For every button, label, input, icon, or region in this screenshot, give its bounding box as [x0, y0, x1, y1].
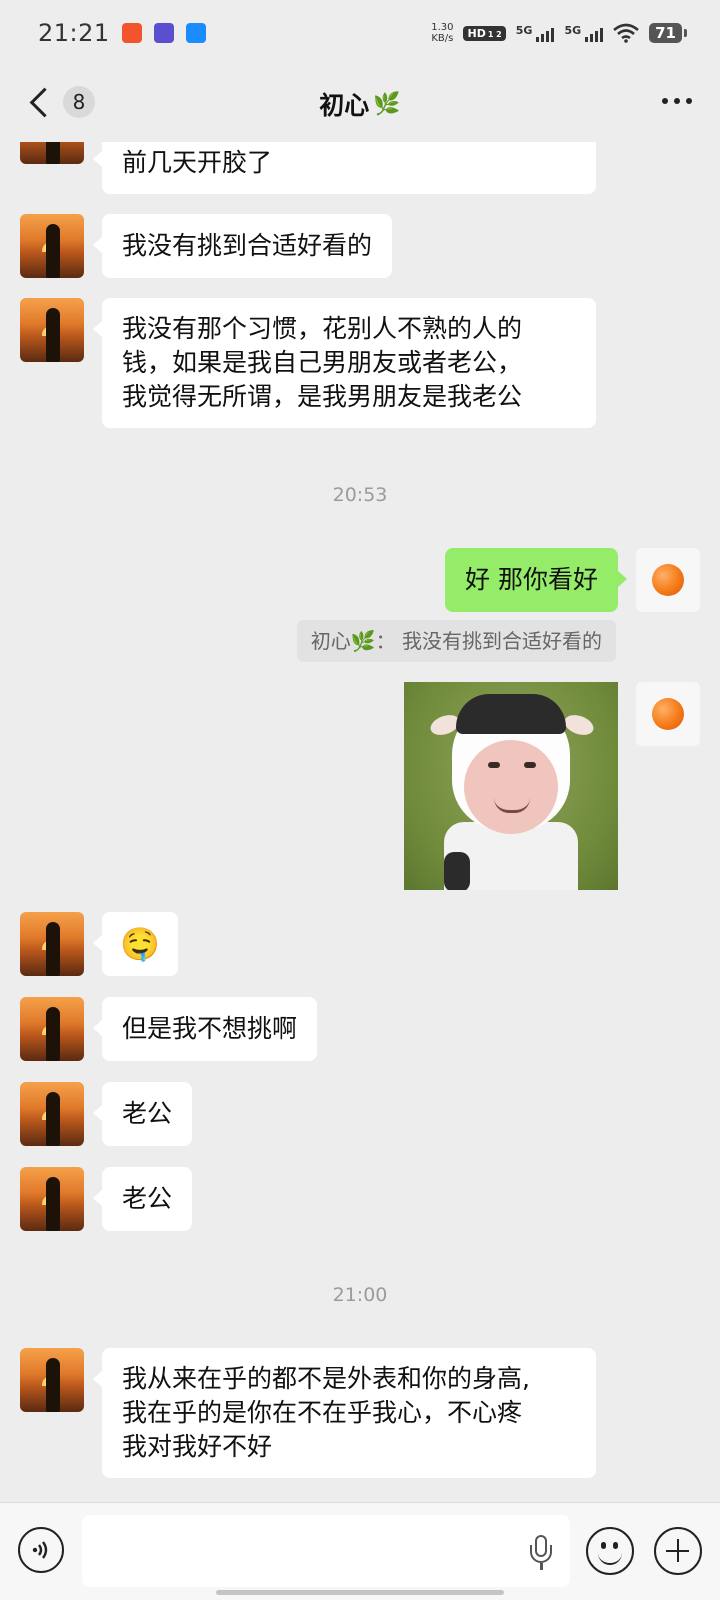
orange-avatar-icon	[652, 698, 684, 730]
chat-header-overlay: 8 初心 🌿	[0, 66, 720, 142]
message-line: 我没有那个习惯，花别人不熟的人的	[122, 314, 523, 343]
message-input[interactable]	[82, 1515, 570, 1587]
my-avatar[interactable]	[636, 548, 700, 612]
contact-avatar[interactable]	[20, 912, 84, 976]
contact-avatar[interactable]	[20, 214, 84, 278]
network-speed-unit: KB/s	[431, 33, 454, 44]
message-row: 我没有挑到合适好看的	[20, 214, 393, 278]
message-bubble[interactable]: 好 那你看好	[445, 548, 627, 612]
drooling-emoji: 🤤	[120, 925, 160, 963]
chat-screen: 21:21 1.30 KB/s HD 1 2 5G 5G 71 初心 🌿 前几天…	[0, 0, 720, 1600]
more-functions-button[interactable]	[654, 1527, 702, 1575]
smiley-icon	[601, 1542, 606, 1549]
app-notification-icon	[153, 23, 174, 43]
message-line: 我对我好不好	[122, 1432, 273, 1461]
contact-avatar[interactable]	[20, 298, 84, 362]
message-text: 我没有挑到合适好看的	[122, 231, 373, 260]
chat-title: 初心 🌿	[319, 86, 400, 122]
message-bubble[interactable]: 但是我不想挑啊	[92, 997, 318, 1061]
message-bubble[interactable]: 我从来在乎的都不是外表和你的身高, 我在乎的是你在不在乎我心，不心疼 我对我好不…	[93, 1348, 596, 1478]
message-row: 老公	[20, 1167, 193, 1231]
hd-label: HD	[467, 26, 486, 40]
battery-icon: 71	[649, 23, 687, 43]
message-text: 好 那你看好	[465, 565, 598, 594]
chat-title-text: 初心	[319, 91, 370, 120]
status-left: 21:21	[38, 19, 206, 47]
more-options-button[interactable]	[662, 90, 692, 112]
voice-wave-icon	[32, 1541, 48, 1559]
message-row: 我没有那个习惯，花别人不熟的人的 钱，如果是我自己男朋友或者老公， 我觉得无所谓…	[20, 298, 596, 428]
quoted-message[interactable]: 初心🌿： 我没有挑到合适好看的	[296, 620, 616, 662]
message-row: 但是我不想挑啊	[20, 997, 318, 1061]
leaf-emoji: 🌿	[373, 91, 401, 117]
message-row: 🤤	[20, 912, 178, 976]
hd-icon: HD 1 2	[463, 25, 506, 41]
message-row: 好 那你看好	[445, 548, 700, 612]
orange-avatar-icon	[652, 564, 684, 596]
message-text: 但是我不想挑啊	[122, 1014, 298, 1043]
contact-avatar[interactable]	[20, 997, 84, 1061]
time-separator: 21:00	[332, 1284, 388, 1306]
message-row: 我从来在乎的都不是外表和你的身高, 我在乎的是你在不在乎我心，不心疼 我对我好不…	[20, 1348, 596, 1478]
time-separator: 20:53	[332, 484, 388, 506]
wifi-icon	[613, 23, 639, 43]
message-row	[404, 682, 700, 890]
network-speed: 1.30 KB/s	[431, 22, 453, 44]
contact-avatar[interactable]	[20, 1082, 84, 1146]
message-text: 前几天开胶了	[122, 148, 273, 177]
signal-label-2: 5G	[564, 24, 582, 37]
voice-input-button[interactable]	[18, 1527, 64, 1573]
contact-avatar[interactable]	[20, 1348, 84, 1412]
network-speed-value: 1.30	[431, 22, 454, 33]
message-line: 钱，如果是我自己男朋友或者老公，	[122, 348, 523, 377]
dot-icon	[674, 98, 680, 104]
app-notification-icon	[185, 23, 206, 43]
message-text: 老公	[122, 1099, 173, 1128]
signal-icon-2: 5G	[564, 24, 604, 42]
message-line: 我在乎的是你在不在乎我心，不心疼	[122, 1398, 523, 1427]
signal-label-1: 5G	[515, 24, 533, 37]
home-indicator[interactable]	[216, 1590, 504, 1595]
message-bubble[interactable]: 老公	[92, 1167, 193, 1231]
dot-icon	[662, 98, 668, 104]
message-line: 我觉得无所谓，是我男朋友是我老公	[122, 382, 523, 411]
my-avatar[interactable]	[636, 682, 700, 746]
cow-sticker-image[interactable]	[404, 682, 618, 890]
message-row: 老公	[20, 1082, 193, 1146]
message-bubble[interactable]: 老公	[92, 1082, 193, 1146]
back-button[interactable]: 8	[26, 86, 95, 118]
status-right: 1.30 KB/s HD 1 2 5G 5G 71	[431, 22, 687, 44]
signal-icon-1: 5G	[516, 24, 555, 42]
app-notification-icon	[121, 23, 142, 43]
message-bubble[interactable]: 我没有挑到合适好看的	[92, 214, 393, 278]
status-bar: 21:21 1.30 KB/s HD 1 2 5G 5G 71	[0, 0, 720, 66]
message-text: 老公	[122, 1184, 173, 1213]
status-time: 21:21	[38, 19, 110, 47]
microphone-icon[interactable]	[528, 1535, 554, 1571]
hd-sub: 1 2	[487, 29, 502, 39]
unread-count-badge: 8	[63, 86, 95, 118]
message-line: 我从来在乎的都不是外表和你的身高,	[122, 1364, 530, 1393]
message-bubble[interactable]: 我没有那个习惯，花别人不熟的人的 钱，如果是我自己男朋友或者老公， 我觉得无所谓…	[93, 298, 596, 428]
dot-icon	[686, 98, 692, 104]
contact-avatar[interactable]	[20, 1167, 84, 1231]
back-arrow-icon	[29, 87, 60, 117]
message-bubble[interactable]: 🤤	[93, 912, 178, 976]
emoji-button[interactable]	[586, 1527, 634, 1575]
input-bar	[0, 1502, 720, 1600]
